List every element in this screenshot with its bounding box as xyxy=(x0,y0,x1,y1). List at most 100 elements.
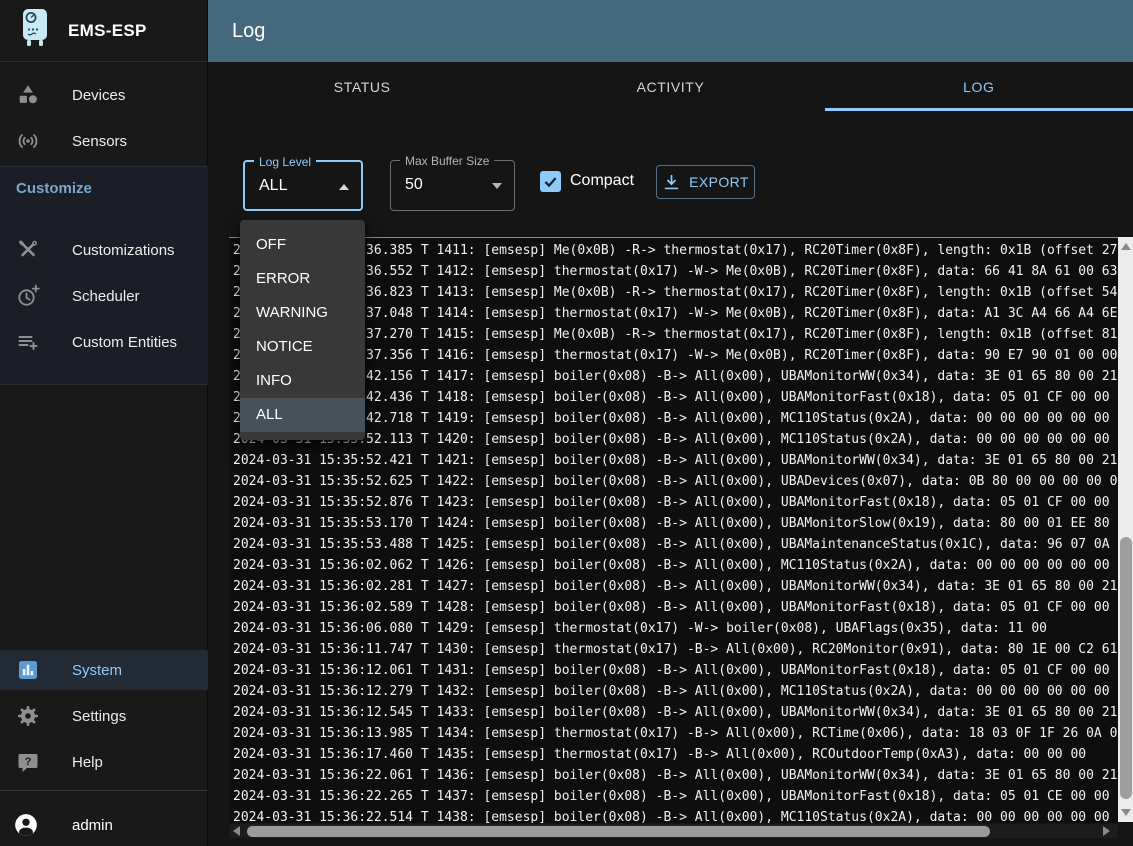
sidebar-item-help[interactable]: ? Help xyxy=(0,742,208,782)
log-line: 2024-03-31 15:36:22.265 T 1437: [emsesp]… xyxy=(233,786,1118,807)
menu-item-off[interactable]: OFF xyxy=(240,228,365,262)
scroll-down-arrow-icon[interactable] xyxy=(1121,809,1131,816)
sidebar-item-sensors[interactable]: Sensors xyxy=(0,121,208,161)
log-line: 2024-03-31 15:35:53.170 T 1424: [emsesp]… xyxy=(233,513,1118,534)
log-line: 2024-03-31 15:36:17.460 T 1435: [emsesp]… xyxy=(233,744,1118,765)
category-icon xyxy=(16,83,40,107)
active-tab-indicator xyxy=(825,108,1133,111)
chevron-down-icon xyxy=(492,183,502,189)
log-line: 2024-03-31 15:36:02.062 T 1426: [emsesp]… xyxy=(233,555,1118,576)
tab-log[interactable]: LOG xyxy=(825,62,1133,111)
download-icon xyxy=(662,173,681,192)
sidebar: EMS-ESP Devices xyxy=(0,0,208,846)
log-line: 2024-03-31 15:35:52.876 T 1423: [emsesp]… xyxy=(233,492,1118,513)
tab-status[interactable]: STATUS xyxy=(208,62,516,111)
sensors-icon xyxy=(16,129,40,153)
log-line: 2024-03-31 15:36:02.281 T 1427: [emsesp]… xyxy=(233,576,1118,597)
log-line: 2024-03-31 15:36:22.514 T 1438: [emsesp]… xyxy=(233,807,1118,823)
menu-item-warning[interactable]: WARNING xyxy=(240,296,365,330)
log-line: 2024-03-31 15:35:37.356 T 1416: [emsesp]… xyxy=(233,345,1118,366)
log-line: 2024-03-31 15:36:06.080 T 1429: [emsesp]… xyxy=(233,618,1118,639)
vertical-scrollbar[interactable] xyxy=(1118,237,1133,822)
help-bubble-icon: ? xyxy=(16,750,40,774)
customize-section-label: Customize xyxy=(16,180,92,197)
sidebar-item-customizations[interactable]: Customizations xyxy=(0,230,208,270)
menu-item-all[interactable]: ALL xyxy=(240,398,365,432)
compact-label: Compact xyxy=(570,172,634,190)
sidebar-item-label: Scheduler xyxy=(72,288,140,305)
poll-icon xyxy=(16,658,40,682)
app-header: EMS-ESP xyxy=(0,0,208,62)
log-line: 2024-03-31 15:35:52.421 T 1421: [emsesp]… xyxy=(233,450,1118,471)
log-level-select[interactable]: Log Level ALL xyxy=(243,160,363,211)
vertical-scrollbar-thumb[interactable] xyxy=(1120,537,1132,799)
svg-text:?: ? xyxy=(25,756,32,768)
boiler-logo-icon xyxy=(18,8,52,53)
scroll-up-arrow-icon[interactable] xyxy=(1121,243,1131,250)
log-line: 2024-03-31 15:36:12.061 T 1431: [emsesp]… xyxy=(233,660,1118,681)
log-line: 2024-03-31 15:36:12.545 T 1433: [emsesp]… xyxy=(233,702,1118,723)
max-buffer-value: 50 xyxy=(405,176,423,194)
export-button-label: EXPORT xyxy=(689,174,749,190)
menu-item-error[interactable]: ERROR xyxy=(240,262,365,296)
sidebar-item-label: Customizations xyxy=(72,242,175,259)
export-button[interactable]: EXPORT xyxy=(656,165,755,199)
sidebar-item-settings[interactable]: Settings xyxy=(0,696,208,736)
sidebar-divider xyxy=(0,790,208,791)
sidebar-item-scheduler[interactable]: Scheduler xyxy=(0,276,208,316)
sidebar-item-custom-entities[interactable]: Custom Entities xyxy=(0,322,208,362)
tab-bar: STATUS ACTIVITY LOG xyxy=(208,62,1133,111)
sidebar-item-system[interactable]: System xyxy=(0,650,208,690)
page-appbar: Log xyxy=(208,0,1133,62)
compact-checkbox[interactable] xyxy=(540,171,561,192)
log-line: 2024-03-31 15:35:52.625 T 1422: [emsesp]… xyxy=(233,471,1118,492)
user-label: admin xyxy=(72,817,113,834)
log-line: 2024-03-31 15:36:02.589 T 1428: [emsesp]… xyxy=(233,597,1118,618)
log-line: 2024-03-31 15:36:12.279 T 1432: [emsesp]… xyxy=(233,681,1118,702)
main-content: Log STATUS ACTIVITY LOG Log Level ALL Ma… xyxy=(208,0,1133,846)
log-line: 2024-03-31 15:36:22.061 T 1436: [emsesp]… xyxy=(233,765,1118,786)
sidebar-item-label: Help xyxy=(72,754,103,771)
log-line: 2024-03-31 15:36:13.985 T 1434: [emsesp]… xyxy=(233,723,1118,744)
clock-plus-icon xyxy=(16,284,40,308)
construction-icon xyxy=(16,238,40,262)
check-icon xyxy=(542,173,559,190)
log-line: 2024-03-31 15:35:42.718 T 1419: [emsesp]… xyxy=(233,408,1118,429)
horizontal-scrollbar-thumb[interactable] xyxy=(247,826,990,837)
page-title: Log xyxy=(232,20,265,43)
max-buffer-select[interactable]: Max Buffer Size 50 xyxy=(390,160,515,211)
log-line: 2024-03-31 15:35:52.113 T 1420: [emsesp]… xyxy=(233,429,1118,450)
playlist-add-icon xyxy=(16,330,40,354)
log-level-label: Log Level xyxy=(254,155,316,169)
sidebar-item-devices[interactable]: Devices xyxy=(0,75,208,115)
log-level-menu: OFF ERROR WARNING NOTICE INFO ALL xyxy=(240,220,365,440)
log-line: 2024-03-31 15:35:53.488 T 1425: [emsesp]… xyxy=(233,534,1118,555)
menu-item-info[interactable]: INFO xyxy=(240,364,365,398)
max-buffer-label: Max Buffer Size xyxy=(400,154,494,168)
log-line: 2024-03-31 15:36:11.747 T 1430: [emsesp]… xyxy=(233,639,1118,660)
app-title: EMS-ESP xyxy=(68,21,147,41)
account-circle-icon xyxy=(13,812,39,838)
log-line: 2024-03-31 15:35:42.436 T 1418: [emsesp]… xyxy=(233,387,1118,408)
log-line: 2024-03-31 15:35:36.823 T 1413: [emsesp]… xyxy=(233,282,1118,303)
scroll-left-arrow-icon[interactable] xyxy=(233,826,240,836)
log-level-value: ALL xyxy=(259,177,287,195)
gear-icon xyxy=(16,704,40,728)
scroll-right-arrow-icon[interactable] xyxy=(1103,826,1110,836)
tab-activity[interactable]: ACTIVITY xyxy=(516,62,824,111)
menu-item-notice[interactable]: NOTICE xyxy=(240,330,365,364)
log-line: 2024-03-31 15:35:37.048 T 1414: [emsesp]… xyxy=(233,303,1118,324)
chevron-up-icon xyxy=(339,184,349,190)
sidebar-item-label: Devices xyxy=(72,87,125,104)
ems-esp-app: EMS-ESP Devices xyxy=(0,0,1133,846)
sidebar-item-label: Custom Entities xyxy=(72,334,177,351)
sidebar-item-label: Sensors xyxy=(72,133,127,150)
log-line: 2024-03-31 15:35:36.552 T 1412: [emsesp]… xyxy=(233,261,1118,282)
sidebar-item-label: System xyxy=(72,662,122,679)
sidebar-item-label: Settings xyxy=(72,708,126,725)
log-line: 2024-03-31 15:35:37.270 T 1415: [emsesp]… xyxy=(233,324,1118,345)
log-line: 2024-03-31 15:35:42.156 T 1417: [emsesp]… xyxy=(233,366,1118,387)
log-line: 2024-03-31 15:35:36.385 T 1411: [emsesp]… xyxy=(233,240,1118,261)
user-account-row[interactable]: admin xyxy=(0,804,208,846)
horizontal-scrollbar[interactable] xyxy=(230,824,1118,838)
